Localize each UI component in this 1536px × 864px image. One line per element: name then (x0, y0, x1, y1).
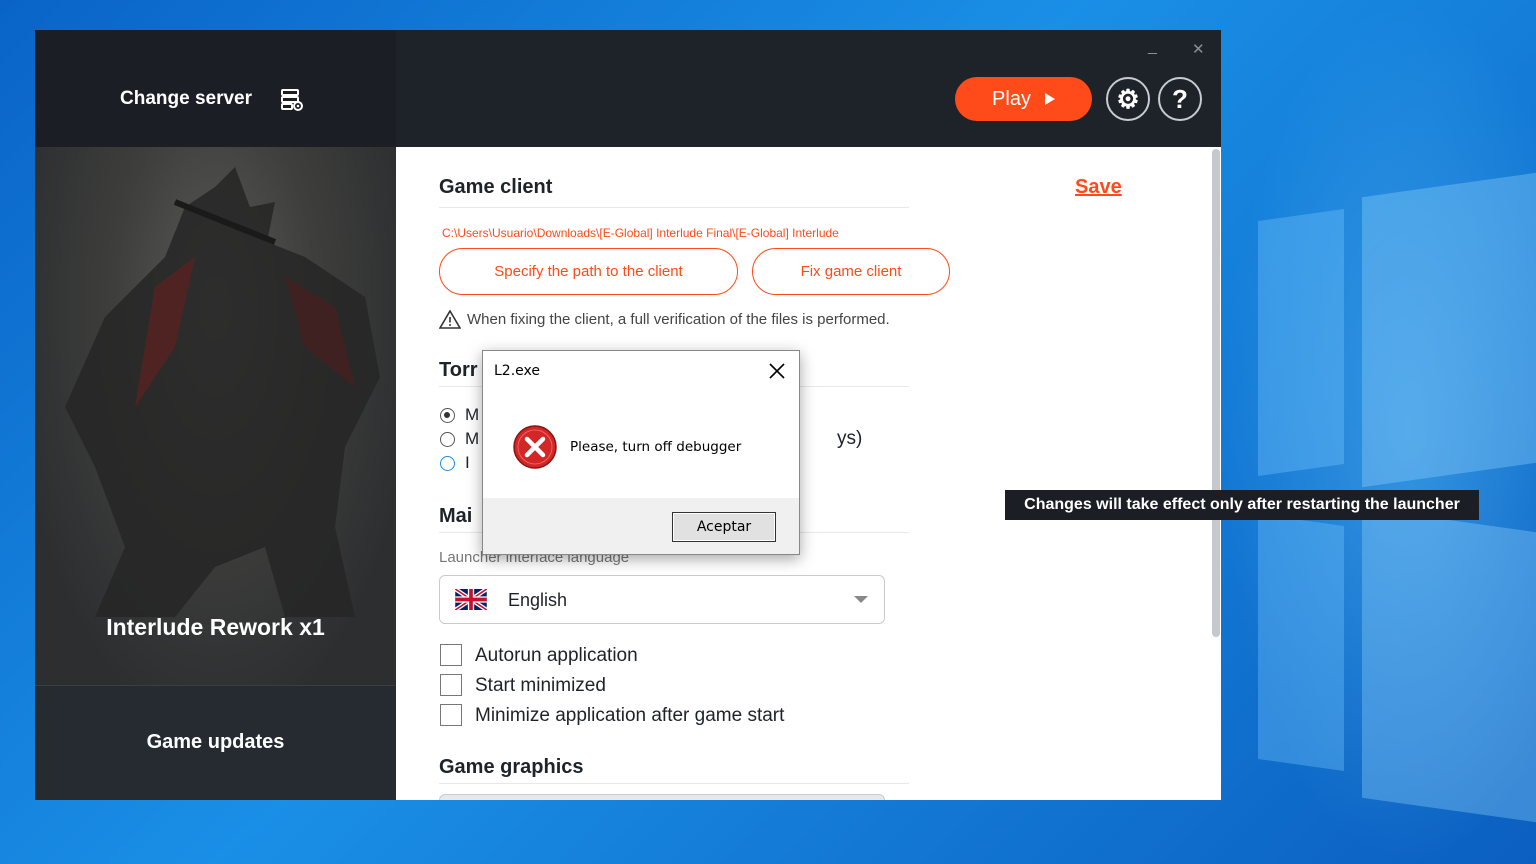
close-button[interactable]: ✕ (1192, 40, 1205, 58)
server-banner: Interlude Rework x1 (35, 147, 396, 685)
gear-icon: ⚙ (1116, 83, 1140, 114)
updates-panel[interactable]: Game updates (35, 685, 396, 800)
dark-knight-artwork (65, 167, 380, 617)
autorun-checkbox[interactable] (440, 644, 462, 666)
play-icon (1044, 93, 1055, 105)
minimize-button[interactable]: _ (1148, 38, 1157, 56)
game-updates-label: Game updates (146, 731, 285, 753)
minimize-after-start-checkbox[interactable] (440, 704, 462, 726)
game-client-title: Game client (439, 176, 553, 198)
game-graphics-title: Game graphics (439, 756, 584, 778)
chevron-down-icon (854, 596, 868, 603)
left-panel: Interlude Rework x1 Game updates (35, 147, 396, 800)
section-divider (439, 783, 909, 784)
radio-option-2[interactable] (440, 432, 455, 447)
windows-logo-pane (1258, 208, 1344, 477)
accept-button[interactable]: Aceptar (672, 512, 776, 542)
graphics-select[interactable] (439, 794, 885, 800)
close-icon[interactable] (765, 359, 789, 383)
autorun-label: Autorun application (475, 645, 638, 666)
minimize-after-start-label: Minimize application after game start (475, 705, 785, 726)
radio-option-1-label: M (465, 405, 480, 424)
windows-logo-pane (1362, 172, 1536, 488)
fix-warning-text: When fixing the client, a full verificat… (467, 311, 890, 328)
uk-flag-icon (455, 589, 487, 610)
fix-warning: When fixing the client, a full verificat… (439, 310, 890, 329)
section-divider (439, 207, 909, 208)
windows-logo-pane (1258, 513, 1344, 772)
radio-option-3-label: I (465, 453, 470, 472)
radio-option-1[interactable] (440, 408, 455, 423)
radio-option-2-label: M (465, 429, 480, 448)
start-minimized-label: Start minimized (475, 675, 606, 696)
help-button[interactable]: ? (1158, 77, 1202, 121)
warning-icon (439, 310, 461, 329)
language-value: English (508, 590, 568, 610)
header: Change server _ ✕ Play ⚙ ? (35, 30, 1221, 147)
dialog-message: Please, turn off debugger (570, 439, 742, 455)
dialog-footer: Aceptar (483, 498, 799, 554)
language-select[interactable]: English (439, 575, 885, 624)
specify-path-button[interactable]: Specify the path to the client (439, 248, 738, 295)
scrollbar[interactable] (1209, 147, 1221, 800)
server-name: Interlude Rework x1 (106, 614, 325, 640)
scroll-thumb[interactable] (1212, 149, 1220, 637)
play-button[interactable]: Play (955, 77, 1092, 121)
fix-client-button[interactable]: Fix game client (752, 248, 950, 295)
restart-tooltip: Changes will take effect only after rest… (1005, 490, 1479, 520)
main-title: Mai (439, 505, 473, 527)
radio-option-2-suffix: ys) (837, 428, 863, 449)
torrent-title: Torr (439, 359, 478, 381)
server-settings-icon[interactable] (280, 87, 304, 111)
client-path: C:\Users\Usuario\Downloads\[E-Global] In… (442, 226, 839, 240)
question-icon: ? (1172, 83, 1188, 114)
error-dialog: L2.exe Please, turn off debugger Aceptar (482, 350, 800, 555)
save-button[interactable]: Save (1075, 176, 1122, 199)
change-server-button[interactable]: Change server (120, 88, 252, 110)
settings-button[interactable]: ⚙ (1106, 77, 1150, 121)
windows-logo-pane (1362, 507, 1536, 823)
radio-option-3[interactable] (440, 456, 455, 471)
dialog-title: L2.exe (494, 363, 540, 379)
play-label: Play (992, 87, 1031, 110)
start-minimized-checkbox[interactable] (440, 674, 462, 696)
error-icon (513, 425, 557, 469)
